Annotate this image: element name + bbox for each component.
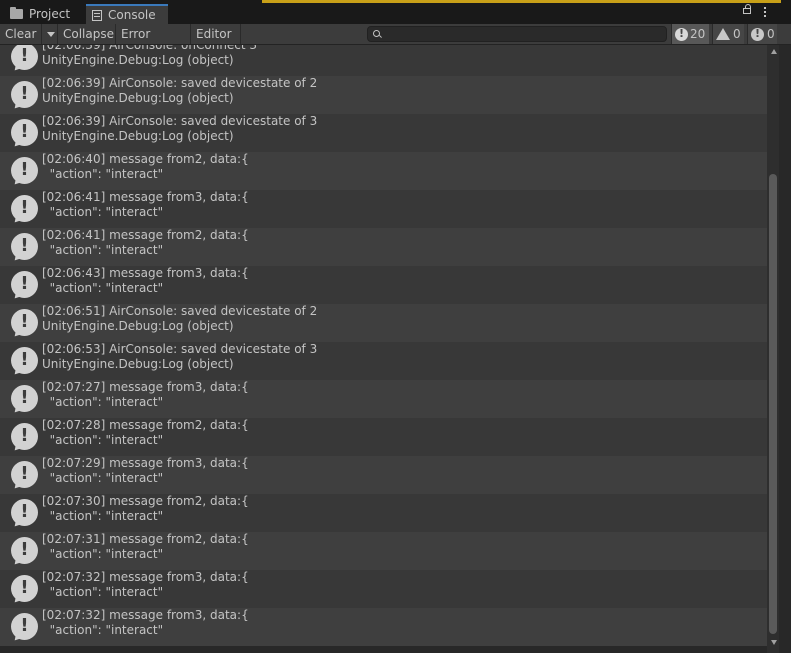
log-detail: UnityEngine.Debug:Log (object) xyxy=(42,91,234,105)
log-list: [02:06:39] AirConsole: onConnect 3 Unity… xyxy=(0,45,767,653)
info-bubble-icon xyxy=(11,195,38,222)
tab-console-label: Console xyxy=(108,8,156,22)
search-icon xyxy=(373,30,380,37)
log-message: [02:06:51] AirConsole: saved devicestate… xyxy=(42,304,318,318)
log-count-toggle[interactable]: 20 xyxy=(671,24,709,44)
log-message: [02:07:32] message from3, data:{ xyxy=(42,570,249,584)
editor-dropdown[interactable]: Editor xyxy=(191,24,241,57)
search-input[interactable] xyxy=(384,27,664,41)
info-bubble-icon xyxy=(11,499,38,526)
info-bubble-icon xyxy=(11,613,38,640)
log-detail: "action": "interact" xyxy=(42,623,164,637)
log-detail: "action": "interact" xyxy=(42,585,164,599)
info-bubble-icon xyxy=(11,347,38,374)
log-message: [02:06:39] AirConsole: onConnect 3 xyxy=(42,45,258,52)
info-bubble-icon xyxy=(11,45,38,70)
warning-count: 0 xyxy=(733,27,741,41)
log-detail: "action": "interact" xyxy=(42,471,164,485)
log-entry[interactable]: [02:06:41] message from3, data:{ "action… xyxy=(0,190,767,228)
log-message: [02:07:29] message from3, data:{ xyxy=(42,456,249,470)
lock-icon[interactable] xyxy=(743,4,751,14)
info-bubble-icon xyxy=(11,385,38,412)
log-entry[interactable]: [02:06:41] message from2, data:{ "action… xyxy=(0,228,767,266)
log-entry[interactable]: [02:06:40] message from2, data:{ "action… xyxy=(0,152,767,190)
log-message: [02:06:41] message from3, data:{ xyxy=(42,190,249,204)
error-count-toggle[interactable]: 0 xyxy=(747,24,777,44)
scrollbar-thumb[interactable] xyxy=(769,174,777,634)
log-entry[interactable]: [02:06:51] AirConsole: saved devicestate… xyxy=(0,304,767,342)
window-accent-strip xyxy=(262,0,781,3)
log-message: [02:07:28] message from2, data:{ xyxy=(42,418,249,432)
log-detail: "action": "interact" xyxy=(42,509,164,523)
log-detail: UnityEngine.Debug:Log (object) xyxy=(42,129,234,143)
scroll-up-arrow-icon[interactable] xyxy=(771,49,777,54)
log-entry[interactable]: [02:06:43] message from3, data:{ "action… xyxy=(0,266,767,304)
log-message: [02:07:27] message from3, data:{ xyxy=(42,380,249,394)
log-entry[interactable]: [02:07:31] message from2, data:{ "action… xyxy=(0,532,767,570)
tab-project-label: Project xyxy=(29,7,71,21)
log-entry[interactable]: [02:07:28] message from2, data:{ "action… xyxy=(0,418,767,456)
clear-button[interactable]: Clear xyxy=(0,24,42,44)
info-bubble-icon xyxy=(11,271,38,298)
log-detail: "action": "interact" xyxy=(42,395,164,409)
error-count: 0 xyxy=(767,27,775,41)
log-entry[interactable]: [02:06:39] AirConsole: saved devicestate… xyxy=(0,114,767,152)
log-message: [02:06:41] message from2, data:{ xyxy=(42,228,249,242)
info-bubble-icon xyxy=(11,461,38,488)
scroll-down-arrow-icon[interactable] xyxy=(771,640,777,645)
log-detail: "action": "interact" xyxy=(42,281,164,295)
search-box xyxy=(367,26,667,42)
info-bubble-icon xyxy=(11,575,38,602)
log-detail: "action": "interact" xyxy=(42,205,164,219)
info-bubble-icon xyxy=(11,309,38,336)
info-bubble-icon xyxy=(11,81,38,108)
warning-count-toggle[interactable]: 0 xyxy=(712,24,744,44)
log-detail: "action": "interact" xyxy=(42,243,164,257)
log-message: [02:06:39] AirConsole: saved devicestate… xyxy=(42,114,318,128)
log-entry[interactable]: [02:07:30] message from2, data:{ "action… xyxy=(0,494,767,532)
log-detail: "action": "interact" xyxy=(42,167,164,181)
info-bubble-icon xyxy=(11,233,38,260)
log-entry[interactable]: [02:06:53] AirConsole: saved devicestate… xyxy=(0,342,767,380)
info-bubble-icon xyxy=(11,119,38,146)
log-entry[interactable]: [02:07:29] message from3, data:{ "action… xyxy=(0,456,767,494)
tab-bar: Project Console xyxy=(0,0,791,24)
info-bubble-icon xyxy=(11,423,38,450)
info-bubble-icon xyxy=(11,537,38,564)
tab-console[interactable]: Console xyxy=(86,4,168,24)
tab-project[interactable]: Project xyxy=(4,4,84,24)
caret-down-icon xyxy=(47,32,55,37)
console-icon xyxy=(92,9,102,21)
log-message: [02:07:30] message from2, data:{ xyxy=(42,494,249,508)
log-entry[interactable]: [02:06:39] AirConsole: saved devicestate… xyxy=(0,76,767,114)
editor-label: Editor xyxy=(196,27,232,41)
clear-dropdown-button[interactable] xyxy=(42,24,58,44)
folder-icon xyxy=(10,7,23,19)
log-message: [02:06:39] AirConsole: saved devicestate… xyxy=(42,76,318,90)
more-options-icon[interactable] xyxy=(764,7,767,19)
log-entry[interactable]: [02:06:39] AirConsole: onConnect 3 Unity… xyxy=(0,45,767,76)
log-detail: "action": "interact" xyxy=(42,433,164,447)
log-detail: "action": "interact" xyxy=(42,547,164,561)
info-bubble-icon xyxy=(11,157,38,184)
log-detail: UnityEngine.Debug:Log (object) xyxy=(42,357,234,371)
collapse-button[interactable]: Collapse xyxy=(58,24,116,44)
console-toolbar: Clear Collapse Error Pause Editor 20 0 0 xyxy=(0,24,791,61)
log-detail: UnityEngine.Debug:Log (object) xyxy=(42,319,234,333)
log-message: [02:07:32] message from3, data:{ xyxy=(42,608,249,622)
log-entry[interactable]: [02:07:27] message from3, data:{ "action… xyxy=(0,380,767,418)
log-detail: UnityEngine.Debug:Log (object) xyxy=(42,53,234,67)
info-icon xyxy=(675,27,688,41)
warning-icon xyxy=(716,28,730,40)
error-pause-button[interactable]: Error Pause xyxy=(116,24,191,61)
log-message: [02:07:31] message from2, data:{ xyxy=(42,532,249,546)
error-icon xyxy=(751,27,764,41)
log-message: [02:06:43] message from3, data:{ xyxy=(42,266,249,280)
log-count: 20 xyxy=(690,27,706,41)
log-message: [02:06:53] AirConsole: saved devicestate… xyxy=(42,342,318,356)
log-entry[interactable]: [02:07:32] message from3, data:{ "action… xyxy=(0,570,767,608)
log-message: [02:06:40] message from2, data:{ xyxy=(42,152,249,166)
log-entry[interactable]: [02:07:32] message from3, data:{ "action… xyxy=(0,608,767,646)
